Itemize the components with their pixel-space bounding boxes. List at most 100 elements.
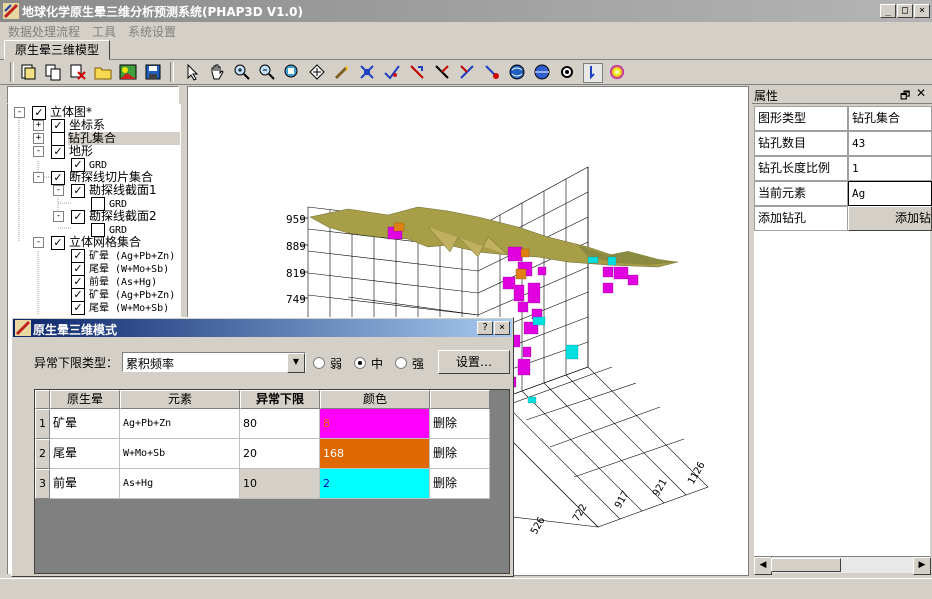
threshold-cell[interactable]: 20 [240, 439, 320, 469]
tree-checkbox[interactable]: ✓ [71, 210, 85, 224]
column-header[interactable]: 原生晕 [50, 390, 120, 409]
tool-c-icon[interactable] [458, 63, 476, 81]
tree-checkbox[interactable]: ✓ [71, 275, 85, 289]
tree-node-label[interactable]: 立体网格集合 [69, 236, 141, 249]
tree-checkbox[interactable]: ✓ [32, 106, 46, 120]
threshold-cell[interactable]: 10 [240, 469, 320, 499]
column-header[interactable] [430, 390, 490, 409]
property-value[interactable]: 钻孔集合 [848, 106, 932, 131]
settings-button[interactable]: 设置… [438, 350, 510, 374]
pointer-icon[interactable] [183, 63, 201, 81]
tree-checkbox[interactable]: ✓ [51, 145, 65, 159]
row-index[interactable]: 1 [35, 409, 50, 439]
help-button[interactable]: ? [477, 321, 493, 335]
copy-icon[interactable] [44, 63, 62, 81]
radio-weak[interactable] [313, 357, 325, 369]
halo-cell[interactable]: 前晕 [50, 469, 120, 499]
tab-3d-model[interactable]: 原生晕三维模型 [4, 40, 110, 60]
tree-checkbox[interactable]: ✓ [71, 184, 85, 198]
tree-node-label[interactable]: 勘探线截面2 [89, 210, 157, 223]
image-icon[interactable] [119, 63, 137, 81]
tree-node-label[interactable]: 前晕 (As+Hg) [89, 276, 157, 289]
move-icon[interactable] [358, 63, 376, 81]
sphere-icon[interactable] [533, 63, 551, 81]
element-cell[interactable]: W+Mo+Sb [120, 439, 240, 469]
maximize-button[interactable]: □ [897, 4, 913, 18]
save-icon[interactable] [144, 63, 162, 81]
cursor-icon[interactable] [583, 63, 603, 83]
element-cell[interactable]: As+Hg [120, 469, 240, 499]
zoom-out-icon[interactable] [258, 63, 276, 81]
halo-cell[interactable]: 矿晕 [50, 409, 120, 439]
zoom-in-icon[interactable] [233, 63, 251, 81]
scroll-right-icon[interactable]: ▶ [913, 557, 931, 575]
scroll-thumb[interactable] [771, 558, 841, 572]
tool-a-icon[interactable] [408, 63, 426, 81]
tree-expander[interactable]: - [33, 172, 44, 183]
open-icon[interactable] [19, 63, 37, 81]
delete-icon[interactable] [69, 63, 87, 81]
column-header[interactable]: 元素 [120, 390, 240, 409]
tool-b-icon[interactable] [433, 63, 451, 81]
hand-icon[interactable] [208, 63, 226, 81]
horizontal-scrollbar[interactable]: ◀ ▶ [754, 556, 931, 575]
pick-icon[interactable] [383, 63, 401, 81]
halo-cell[interactable]: 尾晕 [50, 439, 120, 469]
dialog-close-button[interactable]: × [494, 321, 510, 335]
color-cell[interactable]: 2 [320, 469, 430, 499]
threshold-cell[interactable]: 80 [240, 409, 320, 439]
chevron-down-icon[interactable]: ▼ [287, 353, 305, 373]
close-icon[interactable]: ✕ [916, 86, 926, 100]
element-cell[interactable]: Ag+Pb+Zn [120, 409, 240, 439]
property-value[interactable]: 1 [848, 156, 932, 181]
tree-expander[interactable]: - [53, 211, 64, 222]
tree-expander[interactable]: + [33, 120, 44, 131]
wand-icon[interactable] [333, 63, 351, 81]
radio-medium[interactable] [354, 357, 366, 369]
tree-expander[interactable]: + [33, 133, 44, 144]
threshold-type-select[interactable]: 累积频率 ▼ [122, 352, 306, 373]
tree-node-label[interactable]: 尾晕 (W+Mo+Sb) [89, 302, 169, 315]
tree-checkbox[interactable]: ✓ [51, 119, 65, 133]
column-header[interactable]: 颜色 [320, 390, 430, 409]
tree-node-label[interactable]: 尾晕 (W+Mo+Sb) [89, 263, 169, 276]
dialog-title-bar[interactable]: 原生晕三维模式 ? × [13, 319, 512, 337]
scroll-left-icon[interactable]: ◀ [754, 557, 772, 575]
zoom-fit-icon[interactable] [283, 63, 301, 81]
radio-strong[interactable] [395, 357, 407, 369]
property-value[interactable]: 43 [848, 131, 932, 156]
menu-settings[interactable]: 系统设置 [128, 23, 176, 40]
property-value[interactable]: Ag [848, 181, 932, 206]
delete-button[interactable]: 删除 [430, 409, 490, 439]
add-drillhole-button[interactable]: 添加钻 [848, 206, 932, 231]
tree-expander[interactable]: - [53, 185, 64, 196]
tree-expander[interactable]: - [14, 107, 25, 118]
menu-data-process[interactable]: 数据处理流程 [8, 23, 80, 40]
minimize-button[interactable]: _ [880, 4, 896, 18]
close-button[interactable]: × [914, 4, 930, 18]
color-cell[interactable]: 8 [320, 409, 430, 439]
tool-d-icon[interactable] [483, 63, 501, 81]
tree-node-label[interactable]: 矿晕 (Ag+Pb+Zn) [89, 250, 175, 263]
color-cell[interactable]: 168 [320, 439, 430, 469]
tree-checkbox[interactable] [51, 132, 65, 146]
color-wheel-icon[interactable] [608, 63, 626, 81]
tree-node-label[interactable]: 地形 [69, 145, 93, 158]
folder-icon[interactable] [94, 63, 112, 81]
tree-node-label[interactable]: 矿晕 (Ag+Pb+Zn) [89, 289, 175, 302]
tree-checkbox[interactable]: ✓ [71, 288, 85, 302]
tree-expander[interactable]: - [33, 146, 44, 157]
delete-button[interactable]: 删除 [430, 439, 490, 469]
menu-tools[interactable]: 工具 [92, 23, 116, 40]
row-index[interactable]: 3 [35, 469, 50, 499]
globe-icon[interactable] [508, 63, 526, 81]
column-header[interactable]: 异常下限 [240, 390, 320, 409]
tree-checkbox[interactable]: ✓ [71, 249, 85, 263]
tree-expander[interactable]: - [33, 237, 44, 248]
pin-icon[interactable]: 🗗 [900, 87, 910, 106]
delete-button[interactable]: 删除 [430, 469, 490, 499]
tree-checkbox[interactable]: ✓ [51, 236, 65, 250]
settings-icon[interactable] [558, 63, 576, 81]
tree-checkbox[interactable]: ✓ [71, 262, 85, 276]
tree-checkbox[interactable]: ✓ [71, 301, 85, 315]
